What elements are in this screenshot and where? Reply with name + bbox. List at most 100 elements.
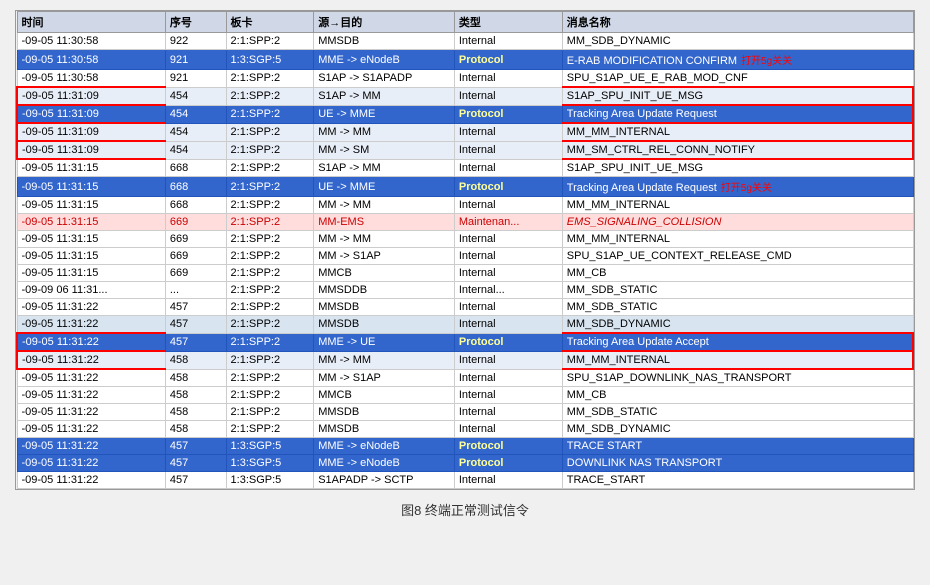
table-cell: 454 (165, 105, 226, 123)
table-cell: Internal (454, 316, 562, 334)
table-cell: 2:1:SPP:2 (226, 87, 314, 105)
table-row: -09-05 11:31:094542:1:SPP:2UE -> MMEProt… (17, 105, 913, 123)
table-cell: 2:1:SPP:2 (226, 105, 314, 123)
table-row: -09-09 06 11:31......2:1:SPP:2MMSDDBInte… (17, 282, 913, 299)
table-row: -09-05 11:30:589212:1:SPP:2S1AP -> S1APA… (17, 70, 913, 88)
table-cell: -09-05 11:30:58 (17, 70, 165, 88)
table-cell: Protocol (454, 105, 562, 123)
table-row: -09-05 11:31:156682:1:SPP:2MM -> MMInter… (17, 197, 913, 214)
table-cell: MMCB (314, 265, 455, 282)
table-row: -09-05 11:31:224582:1:SPP:2MMSDBInternal… (17, 404, 913, 421)
table-cell: -09-05 11:30:58 (17, 33, 165, 50)
table-cell: 454 (165, 87, 226, 105)
table-row: -09-05 11:31:224582:1:SPP:2MM -> S1APInt… (17, 369, 913, 387)
table-cell: -09-05 11:31:22 (17, 369, 165, 387)
table-cell: ... (165, 282, 226, 299)
table-cell: Internal (454, 299, 562, 316)
table-cell: MME -> eNodeB (314, 438, 455, 455)
table-cell: -09-05 11:31:09 (17, 105, 165, 123)
table-row: -09-05 11:31:224582:1:SPP:2MM -> MMInter… (17, 351, 913, 369)
table-cell: -09-05 11:31:15 (17, 214, 165, 231)
table-cell: MM_SDB_DYNAMIC (562, 316, 913, 334)
table-cell: -09-05 11:31:15 (17, 197, 165, 214)
table-cell: Internal (454, 159, 562, 177)
table-cell: 2:1:SPP:2 (226, 177, 314, 197)
table-cell: Internal (454, 231, 562, 248)
table-cell: MM_MM_INTERNAL (562, 351, 913, 369)
table-cell: SPU_S1AP_UE_CONTEXT_RELEASE_CMD (562, 248, 913, 265)
table-cell: 2:1:SPP:2 (226, 299, 314, 316)
table-cell: 1:3:SGP:5 (226, 472, 314, 489)
table-cell: -09-05 11:31:09 (17, 123, 165, 141)
table-row: -09-05 11:31:224582:1:SPP:2MMCBInternalM… (17, 387, 913, 404)
col-time: 时间 (17, 12, 165, 33)
table-cell: 668 (165, 159, 226, 177)
table-cell: Internal (454, 472, 562, 489)
table-cell: MM_MM_INTERNAL (562, 197, 913, 214)
table-cell: MM_MM_INTERNAL (562, 123, 913, 141)
table-cell: Tracking Area Update Accept (562, 333, 913, 351)
table-cell: MM -> MM (314, 231, 455, 248)
table-cell: S1APADP -> SCTP (314, 472, 455, 489)
table-cell: 922 (165, 33, 226, 50)
table-cell: MMSDB (314, 316, 455, 334)
table-cell: MM_SDB_STATIC (562, 282, 913, 299)
table-cell: 2:1:SPP:2 (226, 421, 314, 438)
table-cell: 668 (165, 177, 226, 197)
table-cell: -09-05 11:31:22 (17, 351, 165, 369)
table-row: -09-05 11:31:156692:1:SPP:2MM -> MMInter… (17, 231, 913, 248)
table-cell: Tracking Area Update Request打开5g关关 (562, 177, 913, 197)
table-cell: MM_SDB_STATIC (562, 299, 913, 316)
table-cell: MM -> MM (314, 351, 455, 369)
table-cell: MME -> eNodeB (314, 455, 455, 472)
table-row: -09-05 11:31:224571:3:SGP:5S1APADP -> SC… (17, 472, 913, 489)
table-cell: 2:1:SPP:2 (226, 159, 314, 177)
table-cell: Protocol (454, 50, 562, 70)
table-row: -09-05 11:31:224572:1:SPP:2MMSDBInternal… (17, 316, 913, 334)
table-cell: 669 (165, 248, 226, 265)
table-cell: MM_SDB_STATIC (562, 404, 913, 421)
table-cell: -09-05 11:31:15 (17, 159, 165, 177)
table-cell: -09-05 11:31:22 (17, 438, 165, 455)
table-row: -09-05 11:31:156682:1:SPP:2UE -> MMEProt… (17, 177, 913, 197)
table-cell: 2:1:SPP:2 (226, 214, 314, 231)
table-cell: 2:1:SPP:2 (226, 141, 314, 159)
table-cell: Internal (454, 387, 562, 404)
table-cell: 457 (165, 472, 226, 489)
table-row: -09-05 11:30:589211:3:SGP:5MME -> eNodeB… (17, 50, 913, 70)
table-cell: 457 (165, 299, 226, 316)
table-cell: S1AP -> MM (314, 159, 455, 177)
table-cell: -09-05 11:31:22 (17, 472, 165, 489)
table-row: -09-05 11:31:224582:1:SPP:2MMSDBInternal… (17, 421, 913, 438)
table-cell: DOWNLINK NAS TRANSPORT (562, 455, 913, 472)
table-cell: 668 (165, 197, 226, 214)
table-cell: Internal (454, 248, 562, 265)
table-cell: 458 (165, 369, 226, 387)
table-cell: SPU_S1AP_UE_E_RAB_MOD_CNF (562, 70, 913, 88)
table-cell: -09-09 06 11:31... (17, 282, 165, 299)
table-cell: Internal (454, 369, 562, 387)
table-cell: Protocol (454, 438, 562, 455)
table-cell: 2:1:SPP:2 (226, 387, 314, 404)
table-row: -09-05 11:31:156692:1:SPP:2MM -> S1APInt… (17, 248, 913, 265)
table-cell: E-RAB MODIFICATION CONFIRM打开5g关关 (562, 50, 913, 70)
table-cell: EMS_SIGNALING_COLLISION (562, 214, 913, 231)
table-cell: 2:1:SPP:2 (226, 33, 314, 50)
table-cell: MMSDB (314, 421, 455, 438)
table-cell: -09-05 11:31:15 (17, 177, 165, 197)
table-body: -09-05 11:30:589222:1:SPP:2MMSDBInternal… (17, 33, 913, 489)
table-header: 时间 序号 板卡 源→目的 类型 消息名称 (17, 12, 913, 33)
table-cell: 2:1:SPP:2 (226, 248, 314, 265)
table-cell: 2:1:SPP:2 (226, 351, 314, 369)
table-cell: MM-EMS (314, 214, 455, 231)
col-srcdst: 源→目的 (314, 12, 455, 33)
table-cell: MMSDB (314, 404, 455, 421)
table-cell: MM -> S1AP (314, 248, 455, 265)
signal-table: 时间 序号 板卡 源→目的 类型 消息名称 -09-05 11:30:58922… (16, 11, 914, 489)
table-cell: -09-05 11:31:22 (17, 404, 165, 421)
table-cell: 2:1:SPP:2 (226, 70, 314, 88)
table-cell: 2:1:SPP:2 (226, 333, 314, 351)
table-cell: Internal (454, 87, 562, 105)
table-row: -09-05 11:31:156692:1:SPP:2MMCBInternalM… (17, 265, 913, 282)
table-cell: Internal (454, 265, 562, 282)
